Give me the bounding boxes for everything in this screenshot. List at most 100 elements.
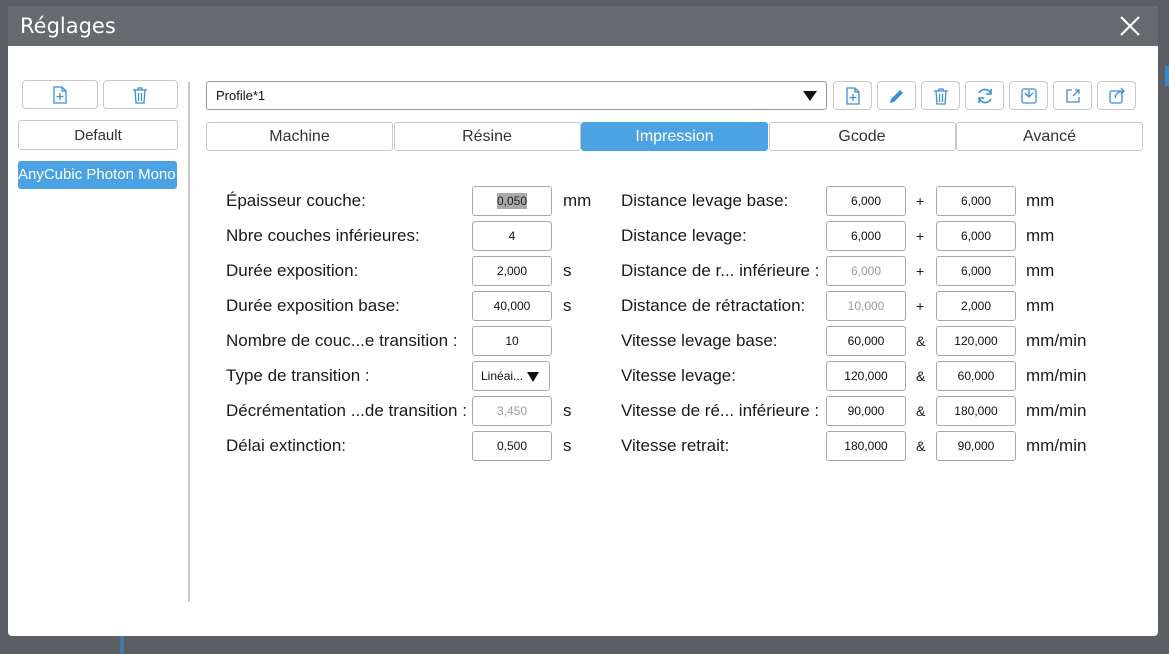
field-unit: mm [563,191,592,210]
field-label: Distance levage base: [621,191,789,210]
field-unit: mm/min [1026,401,1087,420]
trash-icon [933,87,948,105]
chevron-down-icon [527,372,539,382]
transition-layers-input[interactable]: 10 [472,326,552,356]
field-label: Distance levage: [621,226,747,245]
field-unit: s [563,261,572,280]
settings-panel: Profile*1 Machine Résine Impression Gcod… [206,81,1144,151]
lift-speed-input-2[interactable]: 60,000 [936,361,1016,391]
file-plus-icon [845,86,860,105]
field-label: Vitesse retrait: [621,436,730,455]
layer-thickness-input[interactable]: 0,050 [472,186,552,216]
profile-list-item[interactable]: AnyCubic Photon Mono X [18,161,177,189]
background-edge [1165,66,1169,86]
light-off-delay-input[interactable]: 0,500 [472,431,552,461]
export-icon [1065,88,1080,103]
close-icon[interactable] [1118,14,1142,38]
form-row: Épaisseur couche: 0,050 mm Distance leva… [226,186,1126,221]
form-row: Durée exposition: 2,000 s Distance de r.… [226,256,1126,291]
field-symbol: & [916,403,926,419]
bottom-retract-distance-input-2[interactable]: 6,000 [936,256,1016,286]
file-plus-icon [53,85,67,104]
field-label: Distance de r... inférieure : [621,261,820,280]
form-row: Type de transition : Linéai... Vitesse l… [226,361,1126,396]
edit-button[interactable] [877,81,916,110]
retract-distance-input-1[interactable]: 10,000 [826,291,906,321]
sidebar-divider [188,82,190,602]
field-label: Vitesse levage: [621,366,736,385]
new-file-button[interactable] [833,81,872,110]
field-label: Nbre couches inférieures: [226,226,420,245]
field-label: Décrémentation ...de transition : [226,401,467,420]
share-icon [1108,87,1125,104]
exposure-time-input[interactable]: 2,000 [472,256,552,286]
lift-distance-input-2[interactable]: 6,000 [936,221,1016,251]
delete-profile-button[interactable] [102,80,178,109]
tab-resine[interactable]: Résine [393,122,581,151]
field-label: Épaisseur couche: [226,191,366,210]
pencil-icon [889,89,903,103]
field-symbol: + [916,193,925,209]
field-label: Vitesse levage base: [621,331,778,350]
transition-type-select[interactable]: Linéai... [472,361,550,391]
base-lift-speed-input-1[interactable]: 60,000 [826,326,906,356]
tab-impression[interactable]: Impression [581,122,768,151]
lift-speed-input-1[interactable]: 120,000 [826,361,906,391]
retract-speed-input-2[interactable]: 90,000 [936,431,1016,461]
new-profile-button[interactable] [22,80,98,109]
tab-gcode[interactable]: Gcode [768,122,956,151]
field-label: Nombre de couc...e transition : [226,331,458,350]
field-unit: s [563,296,572,315]
window-title: Réglages [20,14,116,38]
base-lift-distance-input-1[interactable]: 6,000 [826,186,906,216]
field-symbol: + [916,298,925,314]
field-label: Durée exposition base: [226,296,400,315]
export-button[interactable] [1053,81,1092,110]
field-label: Distance de rétractation: [621,296,806,315]
field-symbol: + [916,263,925,279]
delete-button[interactable] [921,81,960,110]
field-unit: mm [1026,261,1055,280]
settings-dialog: Réglages Default AnyCubic Photon Mono X … [8,6,1158,636]
bottom-layers-input[interactable]: 4 [472,221,552,251]
refresh-button[interactable] [965,81,1004,110]
form-row: Durée exposition base: 40,000 s Distance… [226,291,1126,326]
field-unit: mm/min [1026,436,1087,455]
profile-select[interactable]: Profile*1 [206,81,827,110]
tab-machine[interactable]: Machine [206,122,393,151]
base-lift-distance-input-2[interactable]: 6,000 [936,186,1016,216]
base-exposure-time-input[interactable]: 40,000 [472,291,552,321]
default-profile-button[interactable]: Default [18,120,178,150]
titlebar: Réglages [8,6,1158,46]
field-label: Délai extinction: [226,436,347,455]
import-button[interactable] [1009,81,1048,110]
refresh-icon [977,88,992,103]
trash-icon [133,86,148,104]
tab-avance[interactable]: Avancé [956,122,1143,151]
form-row: Délai extinction: 0,500 s Vitesse retrai… [226,431,1126,466]
field-unit: mm [1026,191,1055,210]
field-unit: s [563,436,572,455]
settings-tabs: Machine Résine Impression Gcode Avancé [206,122,1144,151]
retract-speed-input-1[interactable]: 180,000 [826,431,906,461]
field-label: Durée exposition: [226,261,359,280]
share-button[interactable] [1097,81,1136,110]
bottom-retract-distance-input-1[interactable]: 6,000 [826,256,906,286]
field-value: 0,050 [496,193,528,209]
chevron-down-icon [803,90,817,101]
import-icon [1020,87,1037,104]
base-lift-speed-input-2[interactable]: 120,000 [936,326,1016,356]
field-unit: mm [1026,296,1055,315]
retract-distance-input-2[interactable]: 2,000 [936,291,1016,321]
field-symbol: & [916,368,926,384]
transition-type-value: Linéai... [481,369,524,383]
field-unit: mm [1026,226,1055,245]
field-symbol: & [916,438,926,454]
field-label: Vitesse de ré... inférieure : [621,401,820,420]
bottom-retract-speed-input-2[interactable]: 180,000 [936,396,1016,426]
lift-distance-input-1[interactable]: 6,000 [826,221,906,251]
impression-form: Épaisseur couche: 0,050 mm Distance leva… [226,186,1126,466]
field-symbol: & [916,333,926,349]
transition-decrement-input[interactable]: 3,450 [472,396,552,426]
bottom-retract-speed-input-1[interactable]: 90,000 [826,396,906,426]
